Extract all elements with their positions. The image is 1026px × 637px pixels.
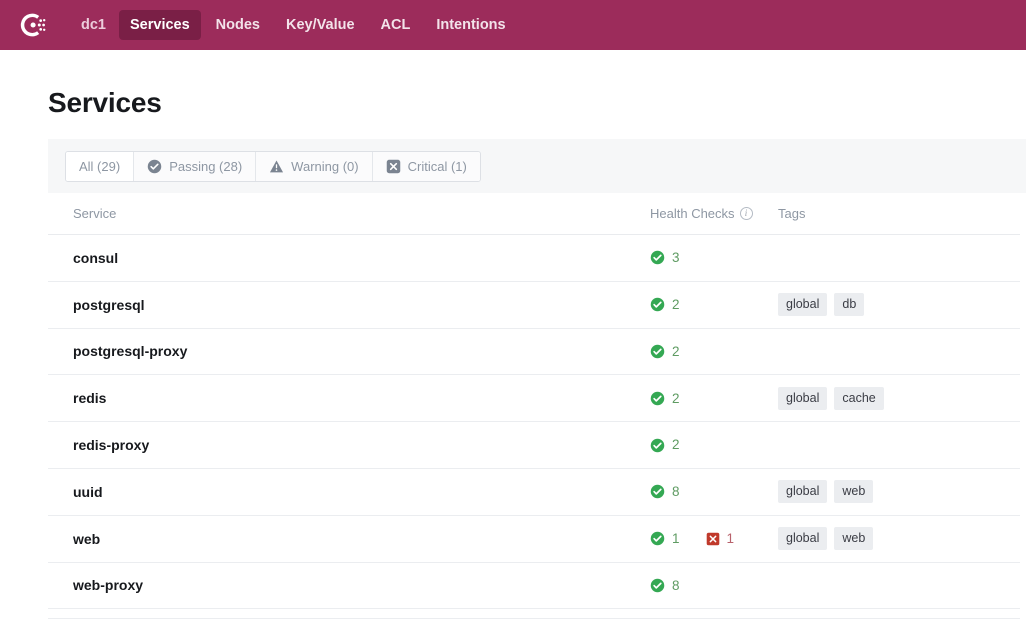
health-passing-count: 8 [672, 485, 680, 499]
tags-cell: global db [778, 293, 1008, 316]
health-checks-cell: 3 [650, 250, 778, 265]
table-row[interactable]: redis 2 global cache [48, 375, 1020, 422]
passing-check-icon [650, 297, 665, 312]
health-checks-cell: 2 [650, 297, 778, 312]
filter-label-critical: Critical (1) [408, 159, 467, 174]
tags-cell: global cache [778, 387, 1008, 410]
table-row[interactable]: uuid 8 global web [48, 469, 1020, 516]
filter-option-critical[interactable]: Critical (1) [372, 152, 480, 181]
health-passing: 1 [650, 531, 680, 546]
service-name[interactable]: uuid [73, 484, 650, 500]
column-header-health-checks: Health Checks i [650, 206, 778, 221]
health-passing: 2 [650, 391, 680, 406]
nav-item-key-value[interactable]: Key/Value [275, 10, 366, 40]
passing-check-icon [650, 391, 665, 406]
column-header-tags: Tags [778, 206, 1008, 221]
service-name[interactable]: redis-proxy [73, 437, 650, 453]
tag-pill: web [834, 480, 873, 503]
tag-pill: global [778, 527, 827, 550]
check-circle-icon [147, 159, 162, 174]
table-row[interactable]: postgresql-proxy 2 [48, 329, 1020, 376]
table-row[interactable]: web-proxy 8 [48, 563, 1020, 610]
table-row-partial [48, 609, 1020, 619]
tags-cell: global web [778, 480, 1008, 503]
health-passing: 2 [650, 297, 680, 312]
passing-check-icon [650, 531, 665, 546]
service-name[interactable]: redis [73, 390, 650, 406]
column-header-service: Service [73, 206, 650, 221]
service-name[interactable]: web [73, 531, 650, 547]
table-body: consul 3 postgresql 2 global db postgresql-pro… [48, 235, 1020, 609]
nav-item-acl[interactable]: ACL [370, 10, 422, 40]
tag-pill: cache [834, 387, 883, 410]
health-passing-count: 3 [672, 251, 680, 265]
critical-x-icon [386, 159, 401, 174]
tag-pill: global [778, 387, 827, 410]
health-critical: 1 [706, 532, 735, 546]
filter-bar: All (29) Passing (28) Warning (0) [48, 139, 1026, 193]
nav-item-intentions[interactable]: Intentions [425, 10, 516, 40]
health-checks-cell: 8 [650, 484, 778, 499]
tag-pill: global [778, 480, 827, 503]
filter-option-warning[interactable]: Warning (0) [255, 152, 371, 181]
tags-cell: global web [778, 527, 1008, 550]
health-passing: 8 [650, 578, 680, 593]
service-name[interactable]: postgresql-proxy [73, 343, 650, 359]
passing-check-icon [650, 578, 665, 593]
health-passing-count: 2 [672, 392, 680, 406]
service-name[interactable]: consul [73, 250, 650, 266]
table-row[interactable]: consul 3 [48, 235, 1020, 282]
table-row[interactable]: postgresql 2 global db [48, 282, 1020, 329]
table-row[interactable]: redis-proxy 2 [48, 422, 1020, 469]
health-filter-group: All (29) Passing (28) Warning (0) [65, 151, 481, 182]
health-checks-cell: 2 [650, 391, 778, 406]
tag-pill: db [834, 293, 864, 316]
page-body: Services All (29) Passing (28) Warn [0, 50, 1026, 619]
services-table: Service Health Checks i Tags consul 3 post… [48, 193, 1020, 619]
health-passing-count: 2 [672, 438, 680, 452]
filter-label-warning: Warning (0) [291, 159, 358, 174]
warning-triangle-icon [269, 159, 284, 174]
health-passing: 3 [650, 250, 680, 265]
health-checks-cell: 11 [650, 531, 778, 546]
service-name[interactable]: postgresql [73, 297, 650, 313]
column-header-health-checks-label: Health Checks [650, 206, 735, 221]
filter-option-passing[interactable]: Passing (28) [133, 152, 255, 181]
table-row[interactable]: web11globalweb [48, 516, 1020, 563]
passing-check-icon [650, 250, 665, 265]
health-checks-cell: 8 [650, 578, 778, 593]
consul-logo[interactable] [18, 10, 48, 40]
tag-pill: web [834, 527, 873, 550]
health-passing: 2 [650, 344, 680, 359]
passing-check-icon [650, 344, 665, 359]
nav-item-nodes[interactable]: Nodes [205, 10, 271, 40]
health-checks-cell: 2 [650, 438, 778, 453]
passing-check-icon [650, 484, 665, 499]
passing-check-icon [650, 438, 665, 453]
health-passing-count: 2 [672, 298, 680, 312]
page-title: Services [0, 50, 1026, 119]
filter-label-all: All (29) [79, 159, 120, 174]
health-passing: 2 [650, 438, 680, 453]
nav-item-services[interactable]: Services [119, 10, 201, 40]
health-passing-count: 8 [672, 579, 680, 593]
health-passing-count: 2 [672, 345, 680, 359]
service-name[interactable]: web-proxy [73, 577, 650, 593]
table-header-row: Service Health Checks i Tags [48, 193, 1020, 235]
filter-option-all[interactable]: All (29) [66, 152, 133, 181]
info-icon[interactable]: i [740, 207, 753, 220]
health-passing: 8 [650, 484, 680, 499]
nav-items: dc1 Services Nodes Key/Value ACL Intenti… [70, 10, 517, 40]
nav-datacenter-dc1[interactable]: dc1 [70, 10, 115, 40]
critical-x-icon [706, 532, 720, 546]
health-passing-count: 1 [672, 532, 680, 546]
filter-label-passing: Passing (28) [169, 159, 242, 174]
tag-pill: global [778, 293, 827, 316]
health-critical-count: 1 [727, 532, 735, 546]
main-navbar: dc1 Services Nodes Key/Value ACL Intenti… [0, 0, 1026, 50]
health-checks-cell: 2 [650, 344, 778, 359]
